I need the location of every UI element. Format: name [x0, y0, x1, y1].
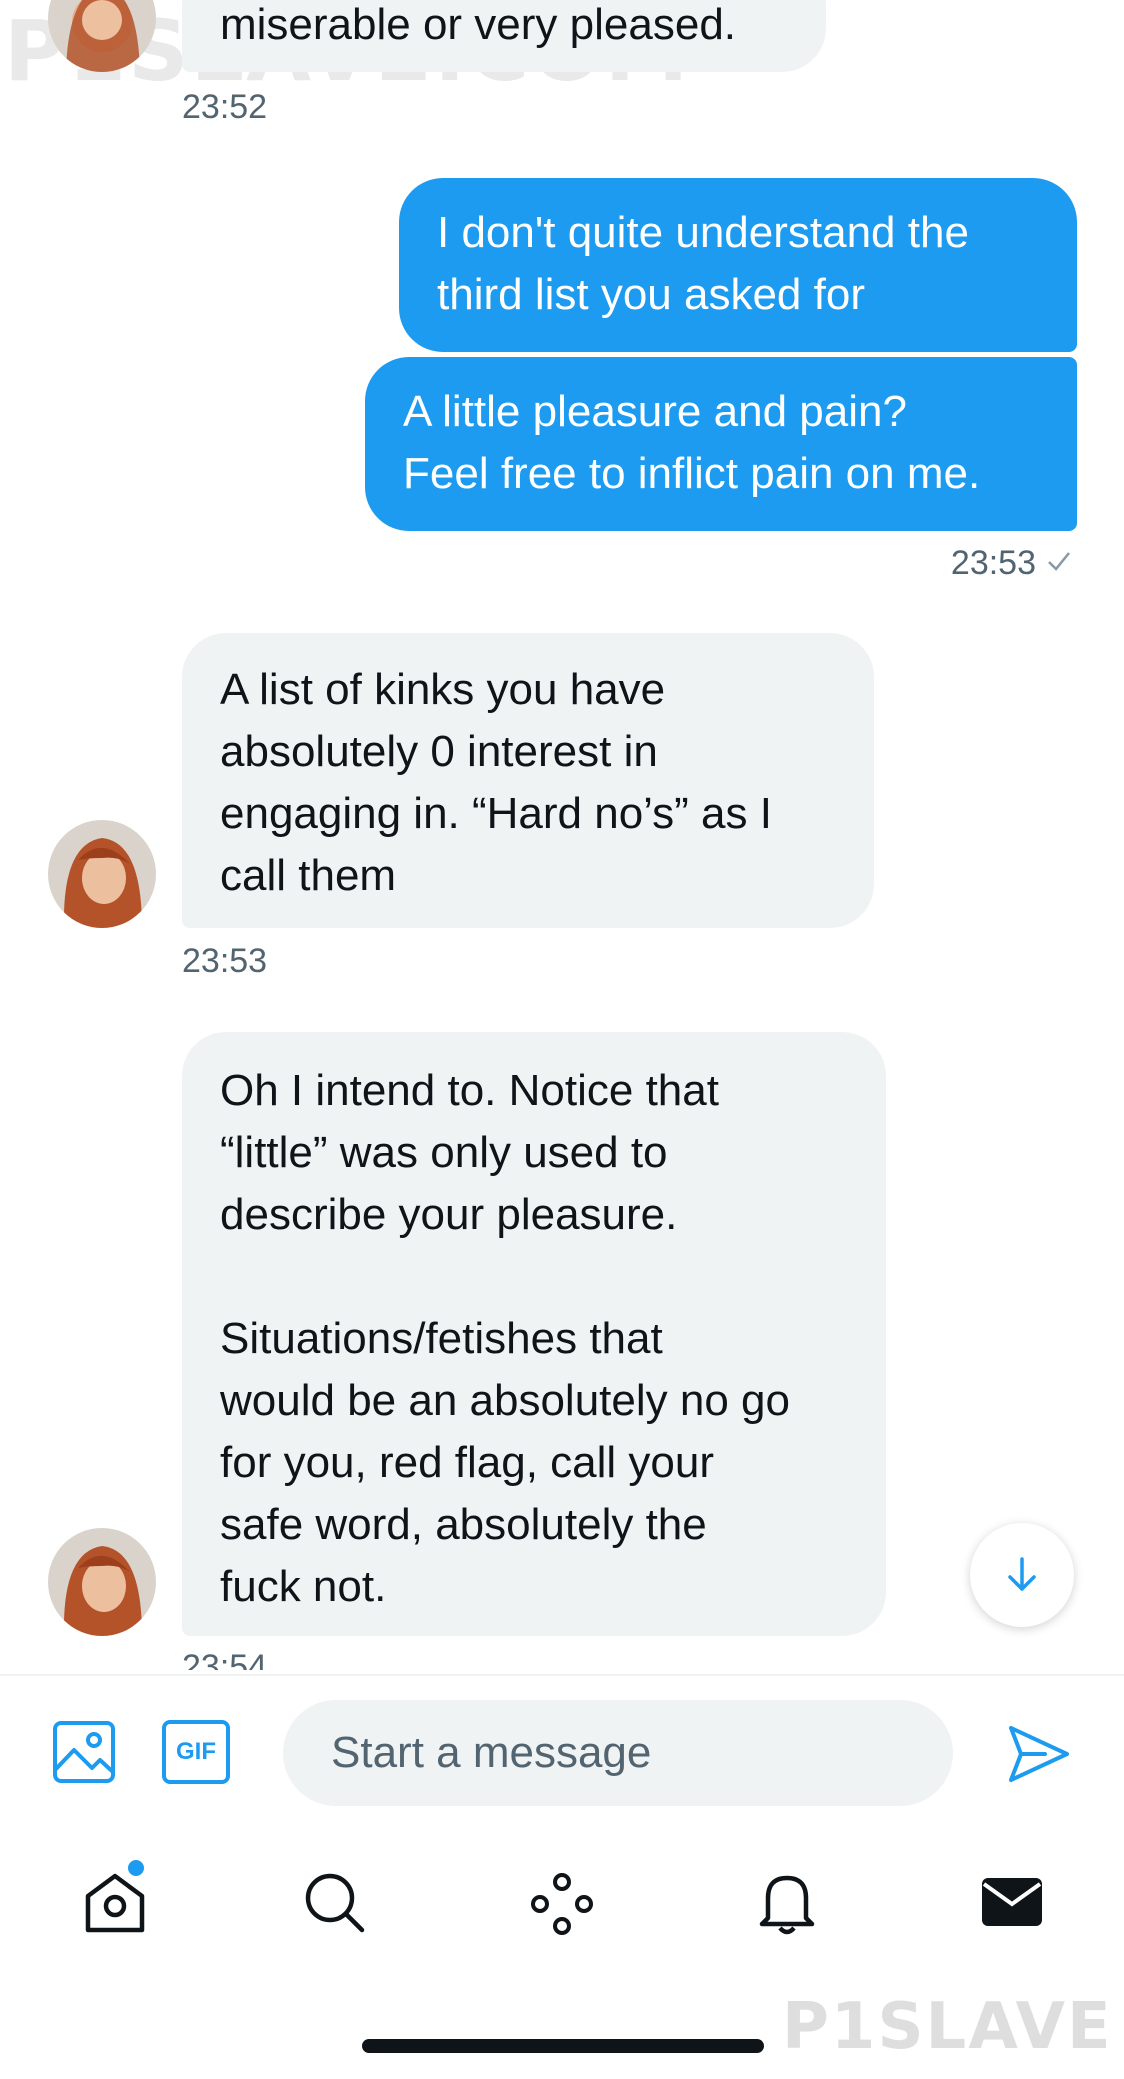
send-button[interactable]	[1005, 1720, 1073, 1788]
bell-icon	[754, 1875, 820, 1942]
bottom-nav	[0, 1850, 1124, 1960]
home-indicator	[362, 2039, 764, 2053]
sent-check-icon	[1046, 544, 1072, 583]
message-bubble-outgoing: I don't quite understand the third list …	[399, 178, 1077, 352]
add-image-button[interactable]	[52, 1720, 116, 1784]
spaces-icon	[528, 1873, 596, 1942]
gif-label: GIF	[176, 1738, 216, 1765]
message-timestamp: 23:53	[182, 942, 268, 980]
send-icon	[1005, 1726, 1073, 1792]
nav-home[interactable]	[80, 1860, 150, 1938]
notification-dot	[128, 1860, 144, 1876]
gif-button[interactable]: GIF	[162, 1720, 230, 1784]
watermark-bottom: P1SLAVE	[782, 1990, 1113, 2064]
nav-messages[interactable]	[980, 1876, 1044, 1928]
message-bubble-incoming: A list of kinks you have absolutely 0 in…	[182, 633, 874, 928]
image-icon	[52, 1721, 116, 1788]
avatar[interactable]	[48, 820, 156, 928]
avatar[interactable]	[48, 1528, 156, 1636]
message-timestamp: 23:54	[182, 1648, 268, 1670]
message-bubble-incoming: miserable or very pleased.	[182, 0, 826, 72]
message-status: 23:53	[951, 544, 1072, 583]
message-input[interactable]	[283, 1700, 953, 1806]
timestamp-clip: 23:54	[182, 1648, 382, 1670]
arrow-down-icon	[1004, 1555, 1040, 1600]
home-icon	[80, 1873, 150, 1942]
nav-notifications[interactable]	[754, 1868, 820, 1938]
message-timestamp: 23:52	[182, 88, 268, 126]
message-bubble-incoming: Oh I intend to. Notice that “little” was…	[182, 1032, 886, 1636]
message-timestamp: 23:53	[950, 544, 1036, 582]
nav-spaces[interactable]	[528, 1870, 596, 1938]
scroll-to-bottom-button[interactable]	[970, 1523, 1074, 1627]
search-icon	[302, 1873, 368, 1940]
envelope-icon	[980, 1878, 1044, 1932]
message-bubble-outgoing: A little pleasure and pain? Feel free to…	[365, 357, 1077, 531]
nav-search[interactable]	[302, 1870, 368, 1936]
